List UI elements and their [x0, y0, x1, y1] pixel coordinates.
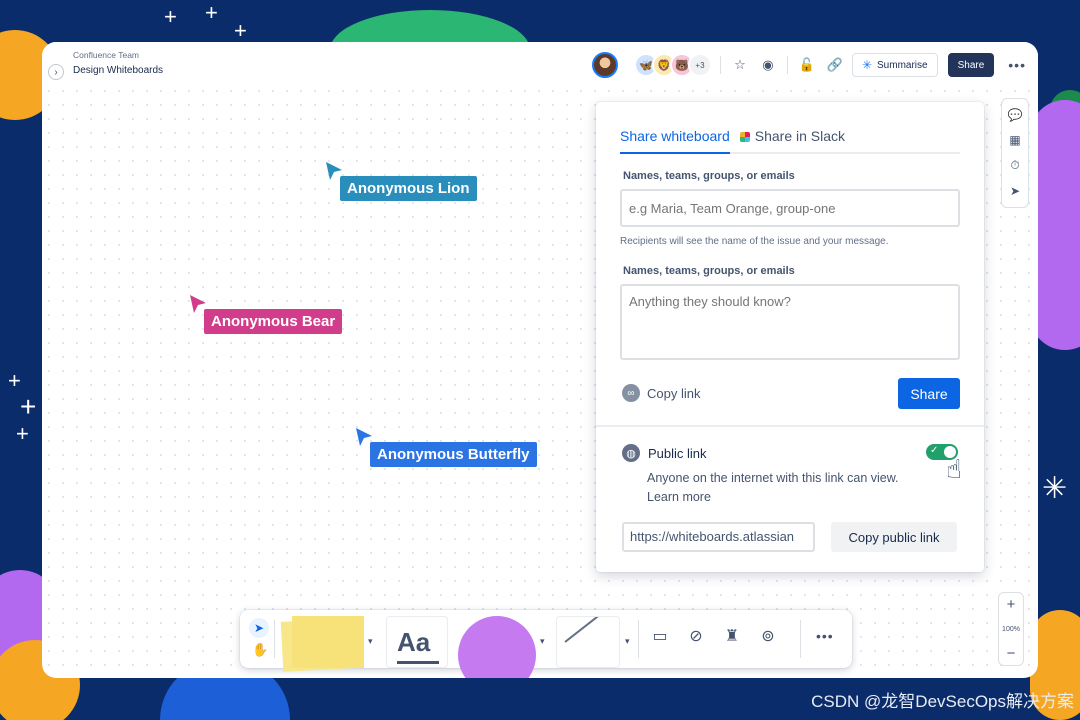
- copy-link-label: Copy link: [647, 385, 701, 401]
- presenter-icon[interactable]: ➤: [1010, 184, 1020, 198]
- line-tool[interactable]: [556, 616, 620, 668]
- hand-tool-icon[interactable]: ✋: [252, 642, 268, 658]
- restrictions-lock-icon[interactable]: 🔓: [796, 54, 818, 76]
- chevron-down-icon[interactable]: ▾: [540, 636, 545, 647]
- copy-link-icon[interactable]: 🔗: [824, 54, 846, 76]
- page-title: Design Whiteboards: [73, 65, 164, 76]
- watermark: CSDN @龙智DevSecOps解决方案: [811, 692, 1074, 711]
- tab-share-slack-label: Share in Slack: [754, 128, 846, 144]
- share-button-top[interactable]: Share: [947, 53, 995, 77]
- smart-link-icon[interactable]: ⊘: [684, 624, 708, 648]
- divider: [719, 56, 721, 74]
- sparkle-icon: +: [8, 368, 21, 393]
- top-bar: › Confluence Team Design Whiteboards 🦋 🦁…: [42, 42, 1038, 88]
- expand-sidebar-button[interactable]: ›: [48, 64, 64, 80]
- top-bar-actions: 🦋 🦁 🐻 +3 ☆ ◉ 🔓 🔗 ✳ Summarise Share •••: [591, 52, 1026, 78]
- template-icon[interactable]: ▦: [1009, 133, 1020, 147]
- tab-share-slack[interactable]: Share in Slack: [739, 128, 846, 152]
- right-tool-rail: 💬 ▦ ⏱ ➤: [1001, 98, 1029, 208]
- divider: [274, 620, 275, 658]
- divider: [800, 620, 801, 658]
- stamp-icon[interactable]: ♜: [720, 624, 744, 648]
- divider: [638, 620, 639, 658]
- sparkle-icon: +: [20, 391, 37, 422]
- sticky-note-tool[interactable]: [292, 616, 364, 668]
- globe-icon: ◍: [622, 444, 640, 462]
- copy-link-button[interactable]: ∞ Copy link: [622, 384, 700, 402]
- summarise-button[interactable]: ✳ Summarise: [851, 53, 938, 77]
- sparkle-icon: +: [16, 421, 29, 446]
- share-dialog: Share whiteboard Share in Slack Names, t…: [596, 102, 984, 572]
- divider: [786, 56, 788, 74]
- cursor-label: Anonymous Lion: [340, 176, 477, 201]
- breadcrumb: Confluence Team Design Whiteboards: [73, 50, 163, 76]
- summarise-label: Summarise: [877, 59, 928, 71]
- more-tools-icon[interactable]: •••: [816, 628, 834, 644]
- creation-toolbar: ➤ ✋ ▾ Aa ▾ ▾ ▭ ⊘ ♜ ⊚ •••: [240, 610, 852, 678]
- zoom-level[interactable]: 100%: [1002, 626, 1020, 633]
- message-label: Names, teams, groups, or emails: [623, 265, 795, 277]
- timer-icon[interactable]: ⏱: [1010, 158, 1019, 173]
- copy-public-link-button[interactable]: Copy public link: [831, 522, 957, 552]
- shape-tool[interactable]: [458, 616, 536, 678]
- frame-icon[interactable]: ▭: [648, 624, 672, 648]
- star-icon[interactable]: ☆: [729, 54, 751, 76]
- zoom-control: + 100% −: [998, 592, 1024, 666]
- collaborator-avatars[interactable]: 🦋 🦁 🐻 +3: [633, 53, 712, 77]
- zoom-out-button[interactable]: −: [1007, 646, 1016, 661]
- recipients-helper-text: Recipients will see the name of the issu…: [620, 236, 889, 247]
- whiteboard-window: › Confluence Team Design Whiteboards 🦋 🦁…: [42, 42, 1038, 678]
- link-embed-icon[interactable]: ⊚: [756, 624, 780, 648]
- recipients-label: Names, teams, groups, or emails: [623, 170, 795, 182]
- text-tool[interactable]: Aa: [386, 616, 448, 668]
- breadcrumb-space[interactable]: Confluence Team: [73, 50, 163, 60]
- public-url-field[interactable]: https://whiteboards.atlassian: [622, 522, 815, 552]
- zoom-in-button[interactable]: +: [1007, 597, 1016, 612]
- text-underline: [397, 661, 439, 664]
- toolbar-extras: ▭ ⊘ ♜ ⊚: [648, 624, 780, 648]
- sparkle-icon: +: [164, 4, 177, 29]
- ai-sparkle-icon: ✳: [861, 58, 873, 72]
- share-submit-button[interactable]: Share: [898, 378, 960, 409]
- more-collaborators-count[interactable]: +3: [687, 53, 712, 77]
- sparkle-icon: +: [205, 0, 218, 25]
- check-icon: ✓: [930, 445, 939, 456]
- cursor-label: Anonymous Butterfly: [370, 442, 537, 467]
- recipients-input[interactable]: [620, 189, 960, 227]
- panel-divider: [596, 425, 984, 427]
- message-textarea[interactable]: [620, 284, 960, 360]
- line-tool-preview: [564, 617, 613, 643]
- cursor-label: Anonymous Bear: [204, 309, 343, 334]
- link-icon: ∞: [622, 384, 640, 402]
- public-link-header: ◍ Public link: [622, 444, 707, 462]
- public-link-description: Anyone on the internet with this link ca…: [647, 471, 899, 504]
- tab-share-whiteboard[interactable]: Share whiteboard: [620, 128, 730, 154]
- share-tabs: Share whiteboard Share in Slack: [620, 128, 960, 154]
- select-tool-icon[interactable]: ➤: [249, 618, 269, 638]
- comment-icon[interactable]: 💬: [1008, 108, 1023, 122]
- current-user-avatar[interactable]: [591, 52, 618, 78]
- text-tool-label: Aa: [397, 627, 431, 657]
- slack-icon: [739, 132, 750, 142]
- public-link-title: Public link: [648, 445, 707, 461]
- watch-eye-icon[interactable]: ◉: [757, 54, 779, 76]
- sparkle-icon: ✳: [1042, 472, 1068, 505]
- more-actions-icon[interactable]: •••: [1008, 57, 1026, 73]
- pointer-hand-cursor-icon: ☝: [946, 454, 962, 484]
- chevron-down-icon[interactable]: ▾: [368, 636, 373, 647]
- sparkle-icon: +: [234, 18, 247, 43]
- chevron-down-icon[interactable]: ▾: [625, 636, 630, 647]
